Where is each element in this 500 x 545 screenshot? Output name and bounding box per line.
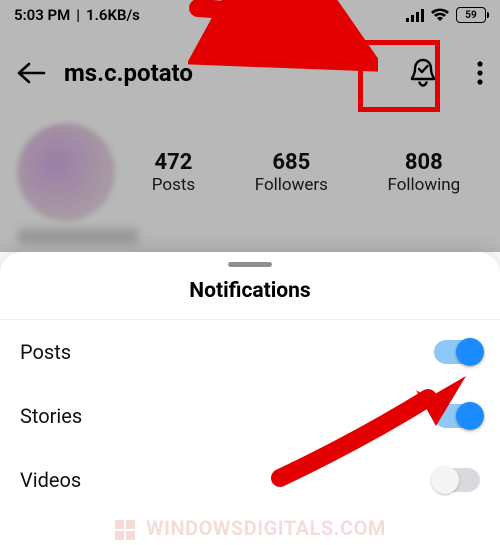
- profile-username[interactable]: ms.c.potato: [64, 59, 378, 87]
- stat-following-count: 808: [387, 150, 460, 175]
- notifications-bell-button[interactable]: [396, 46, 450, 100]
- stat-posts-count: 472: [152, 150, 195, 175]
- notif-label-posts: Posts: [20, 340, 71, 364]
- notif-toggle-videos[interactable]: [434, 468, 480, 492]
- profile-avatar[interactable]: [18, 124, 114, 220]
- status-time: 5:03 PM: [14, 6, 70, 24]
- notif-row-stories: Stories: [0, 384, 500, 448]
- notif-label-stories: Stories: [20, 404, 82, 428]
- notif-label-videos: Videos: [20, 468, 81, 492]
- notifications-sheet: Notifications Posts Stories Videos: [0, 252, 500, 545]
- sheet-title: Notifications: [0, 279, 500, 320]
- wifi-icon: [430, 8, 450, 22]
- back-button[interactable]: [16, 61, 46, 85]
- status-netspeed: 1.6KB/s: [86, 6, 140, 24]
- profile-name-redacted: [18, 228, 138, 244]
- status-sep: |: [76, 6, 80, 24]
- stat-following-label: Following: [387, 175, 460, 195]
- stat-posts[interactable]: 472 Posts: [152, 150, 195, 195]
- stat-followers[interactable]: 685 Followers: [255, 150, 328, 195]
- stat-followers-count: 685: [255, 150, 328, 175]
- stat-followers-label: Followers: [255, 175, 328, 195]
- notif-toggle-posts[interactable]: [434, 340, 480, 364]
- status-bar: 5:03 PM | 1.6KB/s 59: [0, 0, 500, 28]
- signal-icon: [406, 8, 424, 22]
- stat-following[interactable]: 808 Following: [387, 150, 460, 195]
- more-options-button[interactable]: [476, 60, 484, 86]
- notif-row-videos: Videos: [0, 448, 500, 512]
- sheet-grabber[interactable]: [228, 262, 272, 267]
- battery-icon: 59: [456, 7, 486, 23]
- notif-row-posts: Posts: [0, 320, 500, 384]
- notif-toggle-stories[interactable]: [434, 404, 480, 428]
- battery-pct: 59: [465, 10, 476, 21]
- stat-posts-label: Posts: [152, 175, 195, 195]
